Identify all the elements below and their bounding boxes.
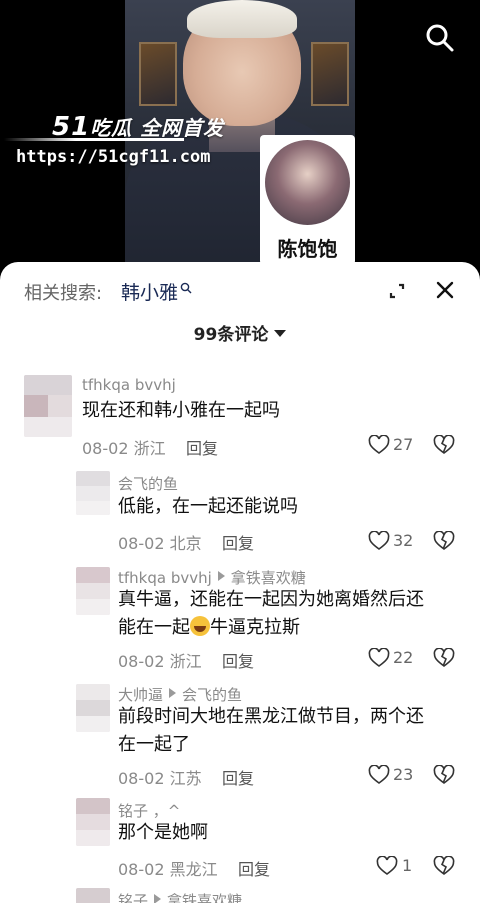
laughing-emoji-icon	[190, 616, 210, 636]
reply-arrow-icon	[154, 894, 162, 903]
video-player[interactable]: 51吃瓜 全网首发 https://51cgf11.com 陈饱饱	[0, 0, 480, 285]
reply-item: 大帅逼 会飞的鱼 前段时间大地在黑龙江做节目，两个还 在一起了 08-02 江苏 回…	[0, 680, 480, 792]
comment-meta: 08-02 浙江	[118, 648, 202, 672]
like-count: 1	[402, 856, 413, 875]
comment-username[interactable]: 铭子	[118, 892, 148, 903]
like-count: 32	[393, 531, 414, 550]
watermark-url: https://51cgf11.com	[16, 147, 211, 167]
comment-username-line: 铭子 拿铁喜欢糖	[118, 890, 242, 903]
comment-text-line: 真牛逼，还能在一起因为她离婚然后还	[118, 589, 424, 610]
avatar[interactable]	[24, 375, 72, 437]
comment-location: 江苏	[169, 769, 202, 788]
comment-username[interactable]: tfhkqa bvvhj	[118, 569, 212, 587]
comment-text: 前段时间大地在黑龙江做节目，两个还 在一起了	[118, 703, 424, 759]
broken-heart-icon[interactable]	[433, 856, 455, 876]
comment-date: 08-02	[82, 439, 129, 458]
comment-text: 真牛逼，还能在一起因为她离婚然后还 能在一起 牛逼克拉斯	[118, 586, 424, 642]
comment-text-line: 牛逼克拉斯	[210, 617, 300, 638]
comment-date: 08-02	[118, 860, 165, 879]
pip-avatar-image	[265, 140, 350, 225]
reply-to-username[interactable]: 会飞的鱼	[182, 686, 242, 704]
avatar[interactable]	[76, 684, 110, 732]
comment-text-line: 能在一起	[118, 617, 190, 638]
comment-meta: 08-02 北京	[118, 530, 202, 554]
comment-meta: 08-02 黑龙江	[118, 856, 218, 880]
avatar[interactable]	[76, 798, 110, 846]
comment-text-line: 在一起了	[118, 734, 190, 755]
reply-arrow-icon	[169, 688, 177, 698]
pip-name: 陈饱饱	[277, 237, 338, 261]
comment-location: 浙江	[169, 652, 202, 671]
comment-username-line: 大帅逼 会飞的鱼	[118, 684, 242, 705]
avatar[interactable]	[76, 567, 110, 615]
comment-date: 08-02	[118, 534, 165, 553]
like-count: 22	[393, 648, 414, 667]
reply-item: tfhkqa bvvhj 拿铁喜欢糖 真牛逼，还能在一起因为她离婚然后还 能在一起牛…	[0, 562, 480, 674]
broken-heart-icon[interactable]	[433, 648, 455, 668]
reply-item: 铭子 拿铁喜欢糖	[0, 888, 480, 903]
reply-button[interactable]: 回复	[222, 765, 254, 789]
comment-username[interactable]: 会飞的鱼	[118, 473, 178, 494]
heart-icon[interactable]	[376, 856, 398, 876]
comment-item: tfhkqa bvvhj 现在还和韩小雅在一起吗 08-02 浙江 回复 27	[0, 372, 480, 462]
reply-item: 铭子 ，^ 那个是她啊 08-02 黑龙江 回复 1	[0, 798, 480, 886]
comment-count: 99条评论	[193, 325, 269, 345]
broken-heart-icon[interactable]	[433, 531, 455, 551]
reply-item: 会飞的鱼 低能，在一起还能说吗 08-02 北京 回复 32	[0, 467, 480, 557]
reply-to-username[interactable]: 拿铁喜欢糖	[231, 569, 306, 587]
sheet-header: 相关搜索: 韩小雅	[0, 262, 480, 320]
watermark-underline	[4, 138, 184, 141]
comment-date: 08-02	[118, 652, 165, 671]
comment-text: 低能，在一起还能说吗	[118, 496, 298, 517]
reply-arrow-icon	[217, 571, 225, 581]
avatar[interactable]	[76, 888, 110, 903]
reply-button[interactable]: 回复	[186, 435, 218, 459]
heart-icon[interactable]	[368, 435, 390, 455]
broken-heart-icon[interactable]	[433, 765, 455, 785]
comment-text: 现在还和韩小雅在一起吗	[82, 400, 280, 421]
reply-button[interactable]: 回复	[222, 530, 254, 554]
broken-heart-icon[interactable]	[433, 435, 455, 455]
person-hair	[187, 0, 297, 38]
heart-icon[interactable]	[368, 765, 390, 785]
avatar[interactable]	[76, 471, 110, 515]
collapse-icon[interactable]	[387, 281, 407, 301]
wall-poster	[139, 42, 177, 106]
heart-icon[interactable]	[368, 648, 390, 668]
related-search-label: 相关搜索:	[24, 283, 103, 304]
like-count: 23	[393, 765, 414, 784]
comment-sheet: 相关搜索: 韩小雅 99条评论 tfhkqa bvvhj 现在还和韩小雅在一起吗…	[0, 262, 480, 903]
comment-username[interactable]: 铭子 ，^	[118, 800, 180, 821]
heart-icon[interactable]	[368, 531, 390, 551]
search-icon[interactable]	[180, 282, 192, 294]
close-icon[interactable]	[435, 280, 455, 300]
comment-text: 那个是她啊	[118, 822, 208, 843]
watermark-brand-text: 吃瓜 全网首发	[90, 116, 225, 140]
comment-location: 浙江	[133, 439, 166, 458]
comment-date: 08-02	[118, 769, 165, 788]
related-search-term[interactable]: 韩小雅	[121, 278, 178, 305]
wall-poster	[311, 42, 349, 106]
reply-button[interactable]: 回复	[222, 648, 254, 672]
comment-username-line: tfhkqa bvvhj 拿铁喜欢糖	[118, 567, 306, 588]
comment-location: 黑龙江	[169, 860, 218, 879]
search-icon[interactable]	[424, 22, 456, 54]
comment-meta: 08-02 浙江	[82, 435, 166, 459]
comment-username[interactable]: 大帅逼	[118, 686, 163, 704]
comment-location: 北京	[169, 534, 202, 553]
comment-count-sort[interactable]: 99条评论	[0, 320, 480, 345]
chevron-down-icon	[274, 330, 287, 337]
reply-button[interactable]: 回复	[238, 856, 270, 880]
like-count: 27	[393, 435, 414, 454]
reply-to-username[interactable]: 拿铁喜欢糖	[167, 892, 242, 903]
comment-meta: 08-02 江苏	[118, 765, 202, 789]
comment-text-line: 前段时间大地在黑龙江做节目，两个还	[118, 706, 424, 727]
pip-avatar-card: 陈饱饱	[260, 135, 355, 265]
comment-username[interactable]: tfhkqa bvvhj	[82, 376, 176, 394]
